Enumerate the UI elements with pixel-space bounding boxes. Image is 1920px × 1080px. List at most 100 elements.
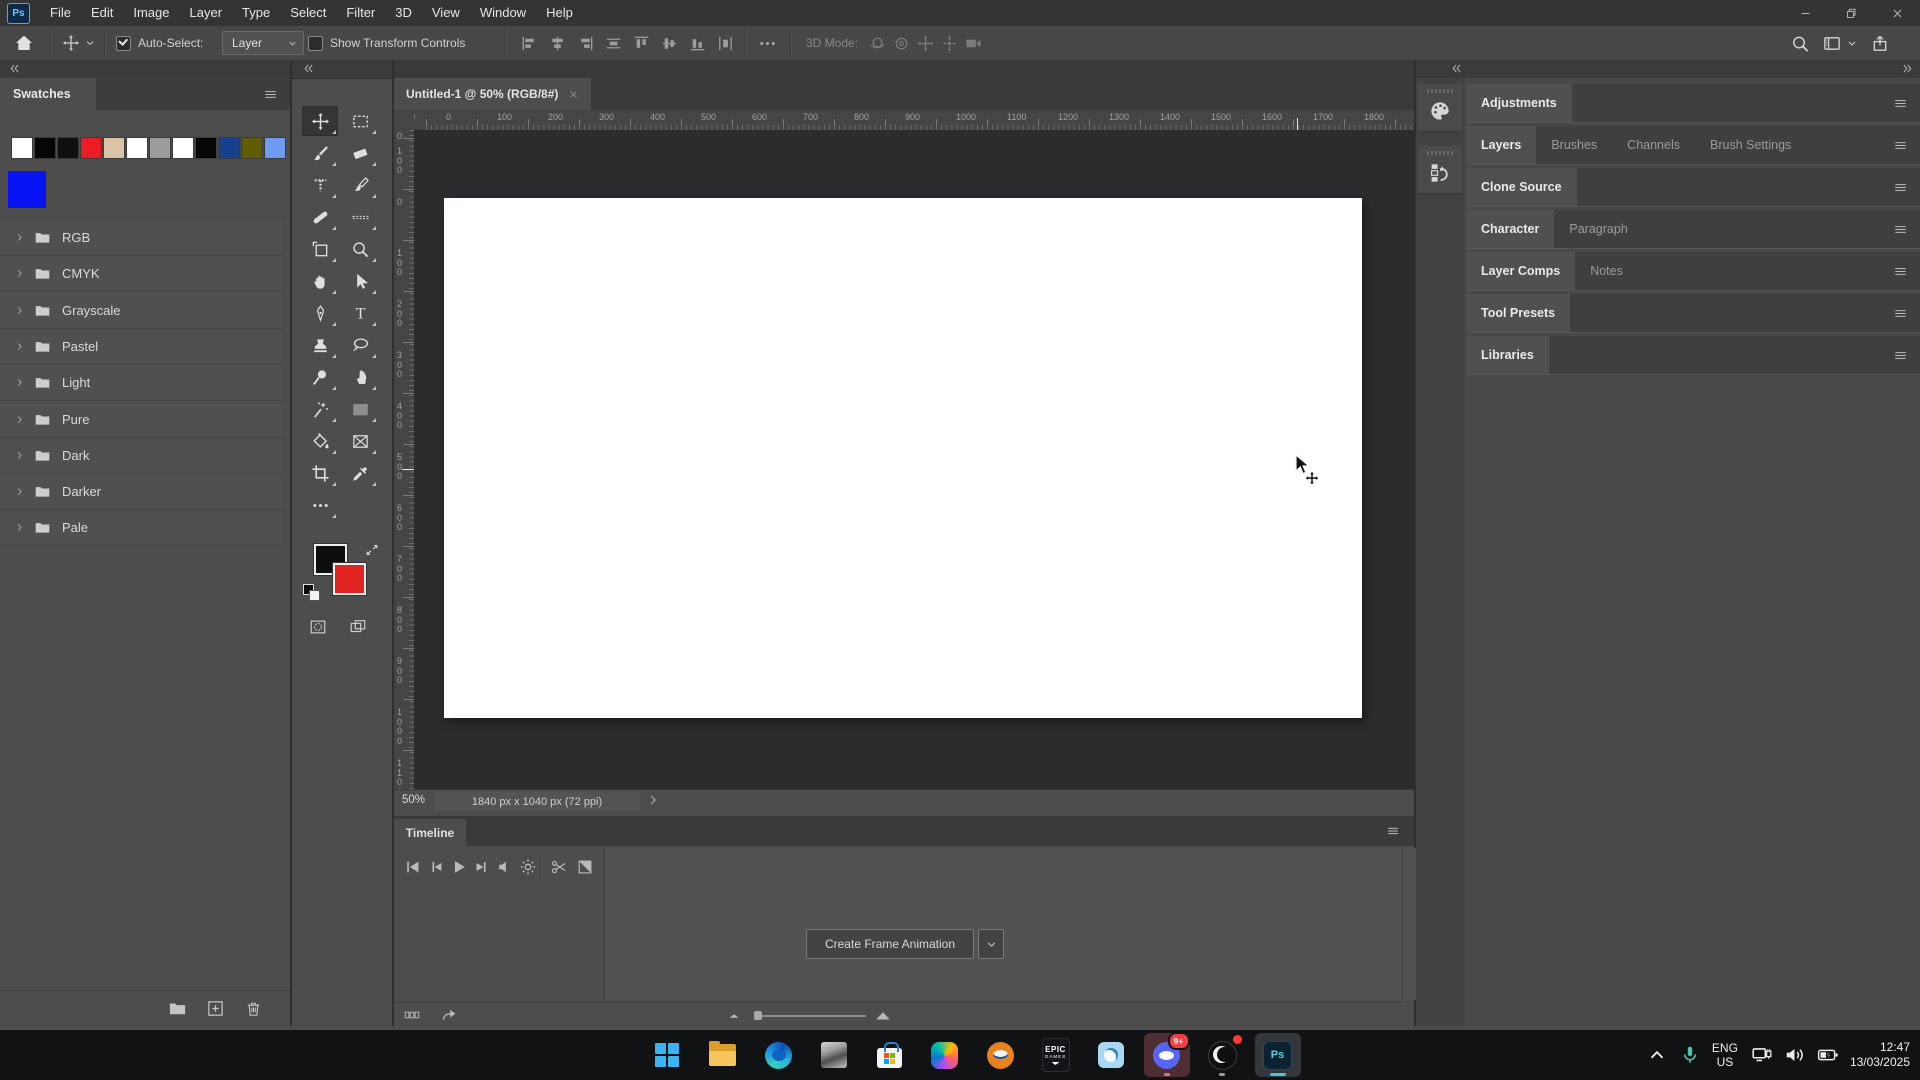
zoom-out-icon[interactable] [726,1007,742,1023]
swatch[interactable] [264,137,286,159]
3d-slide-icon[interactable] [940,34,959,53]
menu-file[interactable]: File [40,0,81,26]
tool-smudge[interactable] [342,362,378,392]
swatch-group-grayscale[interactable]: Grayscale [0,292,282,329]
frames-icon[interactable] [402,1007,422,1023]
screen-mode-button[interactable] [344,616,372,638]
taskbar-blender[interactable] [977,1033,1023,1077]
menu-layer[interactable]: Layer [180,0,233,26]
tool-rectangular-marquee[interactable] [342,106,378,136]
menu-help[interactable]: Help [536,0,583,26]
workspace-icon[interactable] [1822,34,1842,53]
panel-tab-adjustments[interactable]: Adjustments [1466,84,1572,122]
swatch[interactable] [34,137,56,159]
search-icon[interactable] [1790,34,1810,53]
win-close-button[interactable] [1874,0,1920,26]
panel-menu-icon[interactable] [1386,824,1400,838]
default-colors-icon[interactable] [303,584,320,601]
tool-zoom[interactable] [342,234,378,264]
split-icon[interactable] [550,858,568,876]
tool-brush[interactable] [302,138,338,168]
panel-tab-character[interactable]: Character [1466,210,1555,248]
trash-icon[interactable] [244,999,263,1018]
tab-timeline[interactable]: Timeline [394,819,466,846]
taskbar-microsoft-edge[interactable] [755,1033,801,1077]
panel-tab-clone-source[interactable]: Clone Source [1466,168,1577,206]
align-top-icon[interactable] [632,34,651,53]
menu-type[interactable]: Type [232,0,280,26]
taskbar-microsoft-store[interactable] [866,1033,912,1077]
swatch[interactable] [149,137,171,159]
show-transform-option[interactable]: Show Transform Controls [308,26,465,60]
panel-menu-icon[interactable] [1893,96,1908,111]
panel-tab-paragraph[interactable]: Paragraph [1554,210,1642,248]
tool-move[interactable] [302,106,338,136]
chevron-right-icon[interactable] [14,450,25,461]
3d-roll-icon[interactable] [892,34,911,53]
chevron-right-icon[interactable] [14,268,25,279]
panel-tab-brushes[interactable]: Brushes [1536,126,1612,164]
panel-tab-notes[interactable]: Notes [1575,252,1638,290]
language-indicator[interactable]: ENG US [1712,1041,1738,1069]
tool-ellipsis[interactable] [302,490,338,520]
taskbar-epic-games[interactable]: EPIC GAMES [1033,1033,1079,1077]
panel-tab-layer-comps[interactable]: Layer Comps [1466,252,1576,290]
chevron-right-icon[interactable] [14,232,25,243]
swatch-group-cmyk[interactable]: CMYK [0,256,282,293]
win-restore-button[interactable] [1828,0,1874,26]
distribute-h-icon[interactable] [716,34,735,53]
playback-settings-icon[interactable] [519,858,537,876]
zoom-in-icon[interactable] [874,1006,892,1024]
panel-menu-icon[interactable] [1893,348,1908,363]
microphone-icon[interactable] [1679,1044,1701,1066]
menu-view[interactable]: View [422,0,470,26]
color-panel-button[interactable] [1418,84,1462,133]
tool-eraser[interactable] [342,138,378,168]
new-swatch-icon[interactable] [206,999,225,1018]
swatch-group-pale[interactable]: Pale [0,510,282,547]
panel-menu-icon[interactable] [1893,306,1908,321]
tab-swatches[interactable]: Swatches [0,78,96,110]
taskbar-photoshop[interactable]: Ps [1254,1033,1301,1077]
collapse-panel-icon[interactable] [302,62,315,75]
document-tab[interactable]: Untitled-1 @ 50% (RGB/8#) [394,78,592,110]
3d-camera-icon[interactable] [964,34,983,53]
battery-icon[interactable] [1817,1044,1839,1066]
timeline-zoom-thumb[interactable] [754,1011,762,1020]
align-left-icon[interactable] [520,34,539,53]
chevron-down-icon[interactable] [1846,34,1858,53]
home-button[interactable] [14,26,34,60]
menu-filter[interactable]: Filter [336,0,385,26]
swatch[interactable] [172,137,194,159]
panel-menu-icon[interactable] [1893,264,1908,279]
align-bottom-icon[interactable] [688,34,707,53]
chevron-right-icon[interactable] [14,522,25,533]
taskbar-clock[interactable]: 12:47 13/03/2025 [1850,1040,1910,1070]
current-tool-button[interactable] [62,26,96,60]
menu-image[interactable]: Image [123,0,179,26]
share-icon[interactable] [1870,34,1890,53]
tool-healing-brush[interactable] [302,202,338,232]
swatch[interactable] [126,137,148,159]
tool-clone-stamp[interactable] [302,330,338,360]
3d-pan-icon[interactable] [916,34,935,53]
quick-mask-button[interactable] [304,616,332,638]
folder-icon[interactable] [168,999,187,1018]
show-transform-checkbox[interactable] [308,35,323,51]
tool-paint-bucket[interactable] [302,426,338,456]
panel-menu-icon[interactable] [1893,180,1908,195]
tool-pen[interactable] [302,298,338,328]
history-panel-button[interactable] [1418,146,1462,195]
create-frame-animation-button[interactable]: Create Frame Animation [806,929,974,959]
background-color-chip[interactable] [333,563,366,595]
panel-menu-icon[interactable] [1893,222,1908,237]
panel-tab-brush-settings[interactable]: Brush Settings [1695,126,1806,164]
swatch[interactable] [57,137,79,159]
tool-frame[interactable] [302,234,338,264]
export-arrow-icon[interactable] [440,1007,458,1023]
menu-edit[interactable]: Edit [81,0,123,26]
panel-tab-channels[interactable]: Channels [1612,126,1695,164]
tray-chevron-icon[interactable] [1646,1044,1668,1066]
swap-colors-icon[interactable] [364,542,380,558]
tool-crop[interactable] [302,458,338,488]
